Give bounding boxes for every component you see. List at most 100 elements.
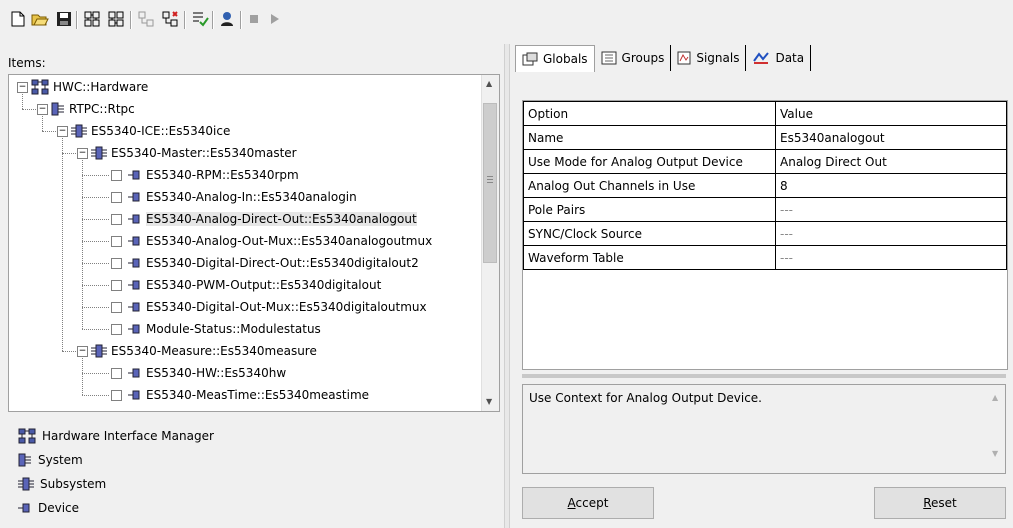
description-box: Use Context for Analog Output Device. ▲ … [522, 384, 1006, 474]
device-icon [18, 503, 32, 513]
tree-item-checkbox[interactable] [111, 257, 122, 269]
horizontal-splitter[interactable] [522, 374, 1006, 378]
scroll-down-icon[interactable]: ▼ [992, 449, 998, 458]
new-icon[interactable] [8, 9, 28, 29]
tree-item-checkbox[interactable] [111, 235, 122, 247]
description-scrollbar[interactable]: ▲ ▼ [988, 385, 1005, 473]
accept-label: Accept [567, 496, 609, 510]
grid-row[interactable]: SYNC/Clock Source --- [523, 221, 1007, 246]
option-cell: Pole Pairs [523, 197, 776, 222]
tree-scrollbar[interactable]: ▲ ▼ [481, 75, 499, 411]
stop-icon[interactable] [244, 9, 264, 29]
save-icon[interactable] [54, 9, 74, 29]
tree-item-checkbox[interactable] [111, 213, 122, 225]
accept-button[interactable]: Accept [522, 487, 654, 519]
signals-icon [677, 51, 691, 65]
value-cell[interactable]: --- [775, 245, 1007, 270]
value-cell[interactable]: --- [775, 221, 1007, 246]
value-cell[interactable]: Analog Direct Out [775, 149, 1007, 174]
tree-item[interactable]: ES5340-HW::Es5340hw [111, 362, 286, 384]
tree-item-checkbox[interactable] [111, 301, 122, 313]
user-icon[interactable] [218, 9, 238, 29]
tree-item[interactable]: ES5340-PWM-Output::Es5340digitalout [111, 274, 381, 296]
grid-row[interactable]: Analog Out Channels in Use 8 [523, 173, 1007, 198]
device-icon [128, 324, 142, 334]
value-cell[interactable]: --- [775, 197, 1007, 222]
legend-item-system: System [18, 450, 83, 470]
grid-header-row: Option Value [523, 101, 1007, 126]
items-tree[interactable]: HWC::Hardware − RTPC::Rtpc − ES5340-ICE::Es5… [8, 74, 500, 412]
legend-label: Hardware Interface Manager [42, 429, 214, 443]
tree-item-checkbox[interactable] [111, 367, 122, 379]
tree-item[interactable]: RTPC::Rtpc [51, 98, 135, 120]
device-icon [128, 302, 142, 312]
scroll-up-icon[interactable]: ▲ [486, 79, 492, 88]
reset-button[interactable]: Reset [874, 487, 1006, 519]
tree-item[interactable]: ES5340-ICE::Es5340ice [71, 120, 230, 142]
legend-item-subsystem: Subsystem [18, 474, 106, 494]
grid-row[interactable]: Use Mode for Analog Output Device Analog … [523, 149, 1007, 174]
tree-item-checkbox[interactable] [111, 389, 122, 401]
import-icon[interactable] [136, 9, 156, 29]
reset-label: Reset [923, 496, 957, 510]
grid-row[interactable]: Pole Pairs --- [523, 197, 1007, 222]
items-label: Items: [8, 56, 46, 70]
vertical-splitter[interactable] [504, 44, 510, 528]
tree-item[interactable]: HWC::Hardware [31, 76, 148, 98]
legend-label: System [38, 453, 83, 467]
grid-row[interactable]: Waveform Table --- [523, 245, 1007, 270]
tab-groups[interactable]: Groups [595, 45, 672, 71]
add-subsystem-icon[interactable] [106, 9, 126, 29]
tree-item-checkbox[interactable] [111, 169, 122, 181]
tree-item-checkbox[interactable] [111, 191, 122, 203]
tree-item[interactable]: ES5340-MeasTime::Es5340meastime [111, 384, 369, 406]
value-cell[interactable]: Es5340analogout [775, 125, 1007, 150]
scroll-down-icon[interactable]: ▼ [486, 397, 492, 406]
device-icon [128, 258, 142, 268]
tree-item[interactable]: ES5340-Analog-In::Es5340analogin [111, 186, 357, 208]
tree-item[interactable]: ES5340-Measure::Es5340measure [91, 340, 317, 362]
tree-item[interactable]: ES5340-Master::Es5340master [91, 142, 297, 164]
tree-item-label: ES5340-Measure::Es5340measure [111, 344, 317, 358]
description-text: Use Context for Analog Output Device. [529, 391, 762, 405]
option-cell: Name [523, 125, 776, 150]
subsystem-icon [71, 124, 87, 138]
open-icon[interactable] [30, 9, 50, 29]
hardware-icon [31, 79, 49, 95]
export-icon[interactable] [160, 9, 180, 29]
tree-item-label: ES5340-PWM-Output::Es5340digitalout [146, 278, 382, 292]
subsystem-icon [91, 344, 107, 358]
system-icon [18, 453, 32, 467]
tree-item-label: ES5340-Analog-Direct-Out::Es5340analogou… [146, 212, 417, 226]
tree-item-checkbox[interactable] [111, 279, 122, 291]
tab-globals[interactable]: Globals [515, 45, 595, 72]
tree-item-label: ES5340-HW::Es5340hw [146, 366, 287, 380]
value-cell[interactable]: 8 [775, 173, 1007, 198]
device-icon [128, 280, 142, 290]
hardware-icon [18, 428, 36, 444]
tree-item[interactable]: ES5340-Digital-Direct-Out::Es5340digital… [111, 252, 419, 274]
tab-signals[interactable]: Signals [671, 45, 747, 71]
subsystem-icon [18, 477, 34, 491]
tree-item[interactable]: ES5340-Digital-Out-Mux::Es5340digitalout… [111, 296, 427, 318]
tree-item-checkbox[interactable] [111, 323, 122, 335]
tree-item[interactable]: ES5340-Analog-Direct-Out::Es5340analogou… [111, 208, 417, 230]
tree-item-label: ES5340-Master::Es5340master [111, 146, 297, 160]
globals-icon [522, 52, 538, 66]
scroll-up-icon[interactable]: ▲ [992, 393, 998, 402]
device-icon [128, 368, 142, 378]
tab-data[interactable]: Data [746, 45, 812, 71]
tree-item-label: ES5340-RPM::Es5340rpm [146, 168, 299, 182]
grid-row[interactable]: Name Es5340analogout [523, 125, 1007, 150]
device-icon [128, 390, 142, 400]
check-icon[interactable] [190, 9, 210, 29]
play-icon[interactable] [264, 9, 284, 29]
tree-item[interactable]: Module-Status::Modulestatus [111, 318, 321, 340]
tab-label: Signals [696, 51, 740, 65]
option-cell: SYNC/Clock Source [523, 221, 776, 246]
tree-item[interactable]: ES5340-Analog-Out-Mux::Es5340analogoutmu… [111, 230, 432, 252]
add-system-icon[interactable] [82, 9, 102, 29]
tree-item[interactable]: ES5340-RPM::Es5340rpm [111, 164, 299, 186]
scroll-thumb[interactable] [483, 103, 497, 263]
legend-label: Subsystem [40, 477, 107, 491]
